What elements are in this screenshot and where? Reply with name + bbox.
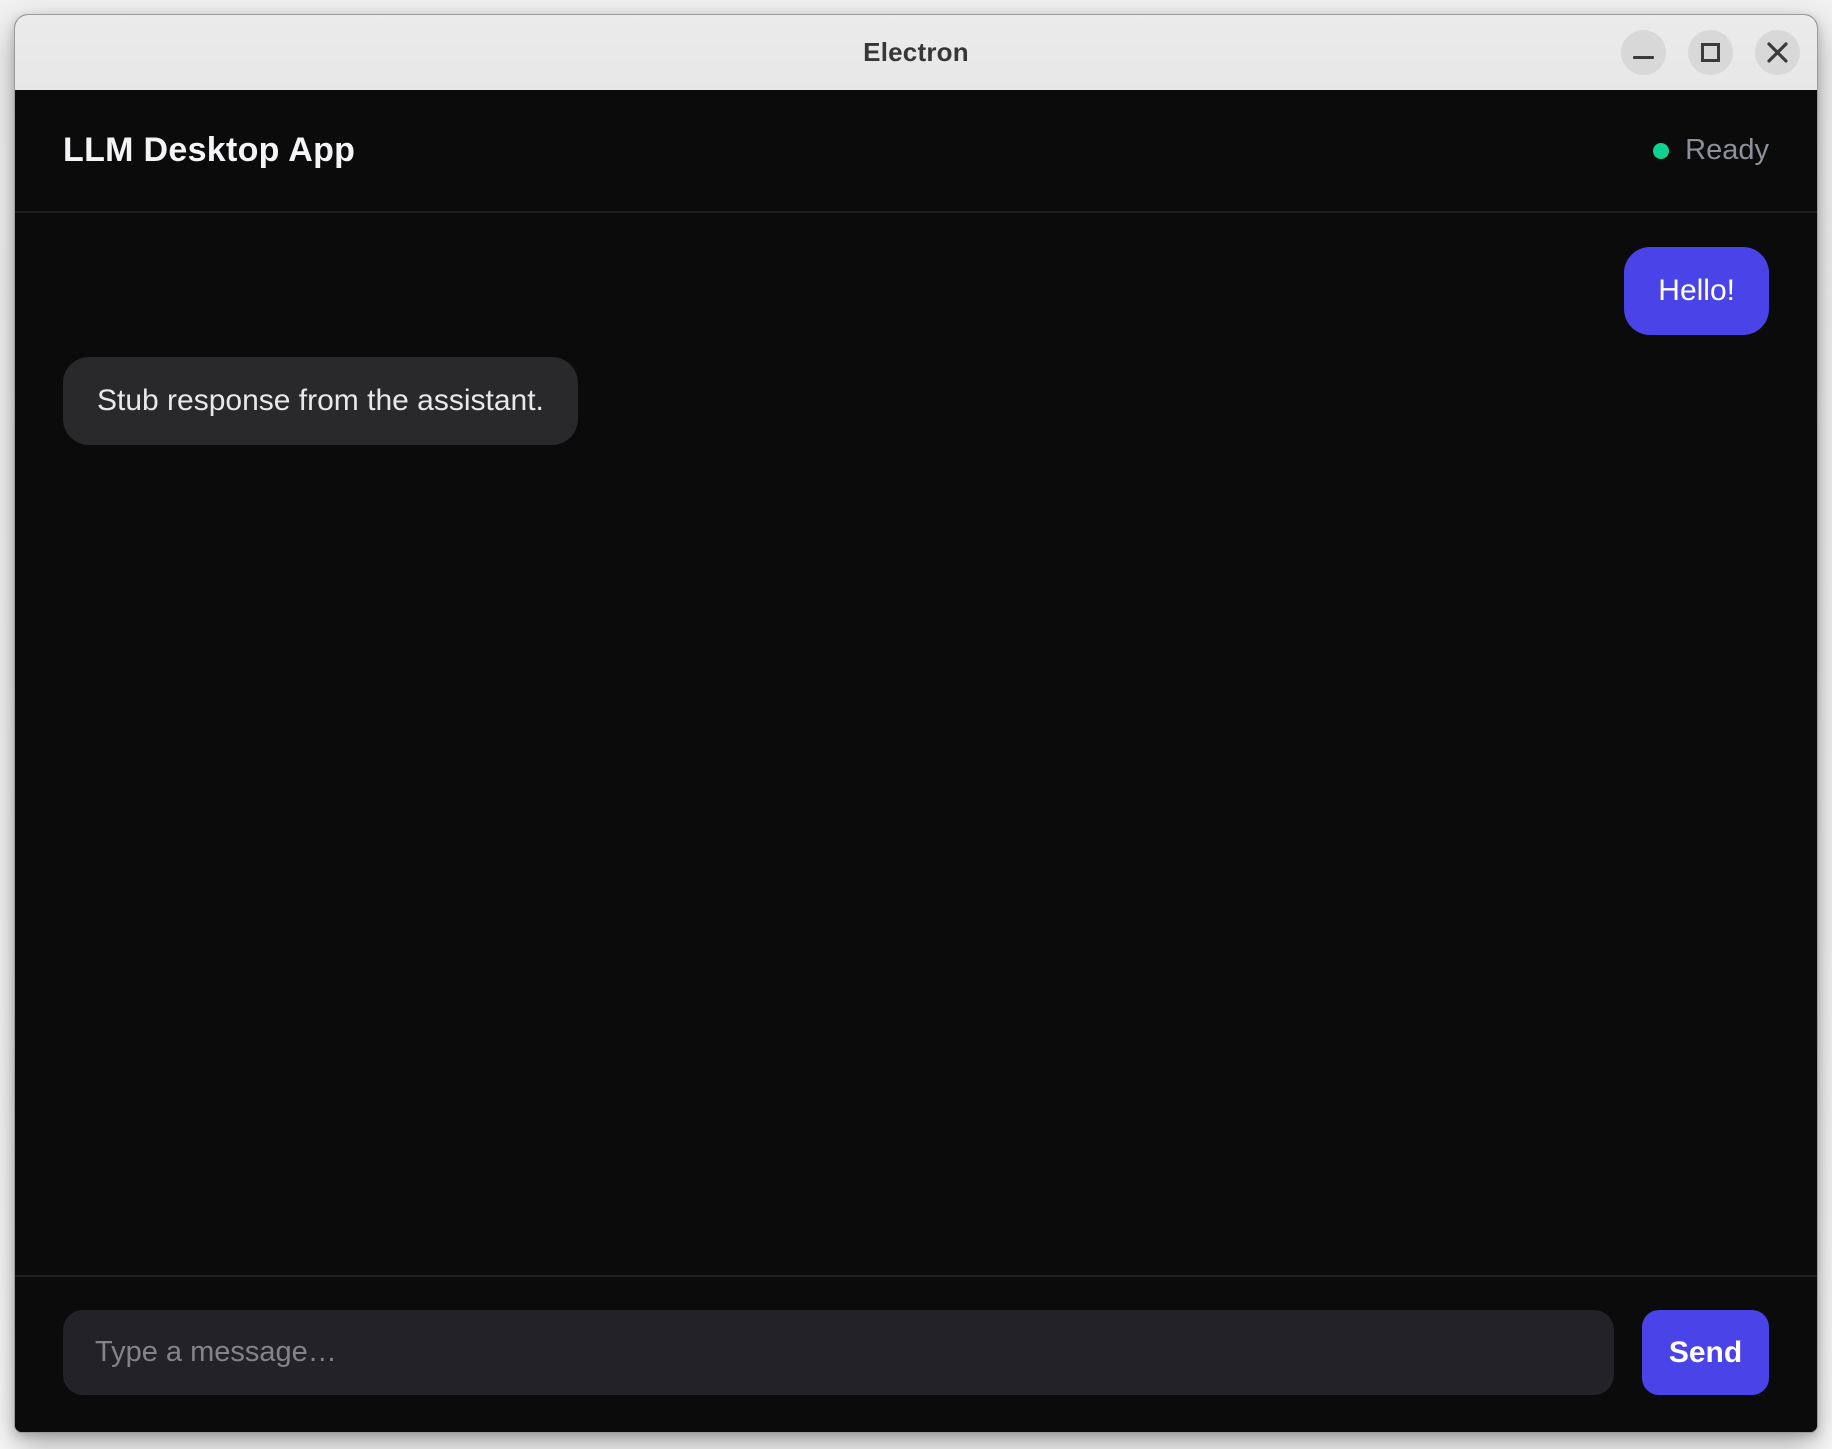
close-button[interactable] [1755,30,1800,75]
message-input[interactable] [63,1310,1614,1395]
minimize-icon [1633,56,1654,59]
send-button[interactable]: Send [1642,1310,1769,1395]
desktop-background: Electron LLM Desktop App [0,0,1832,1449]
window-title: Electron [863,37,969,68]
status-indicator: Ready [1653,134,1769,167]
user-message-bubble: Hello! [1624,247,1769,335]
status-dot-icon [1653,143,1669,159]
app-title: LLM Desktop App [63,131,355,170]
window-controls [1621,15,1800,90]
app-header: LLM Desktop App Ready [15,90,1817,213]
assistant-message-bubble: Stub response from the assistant. [63,357,578,445]
close-icon [1766,41,1789,64]
chat-message-list: Hello! Stub response from the assistant. [15,213,1817,1275]
minimize-button[interactable] [1621,30,1666,75]
status-label: Ready [1685,134,1769,167]
app-content: LLM Desktop App Ready Hello! Stub respon… [15,90,1817,1432]
maximize-icon [1701,43,1720,62]
app-window: Electron LLM Desktop App [14,14,1818,1433]
window-titlebar[interactable]: Electron [15,15,1817,90]
message-composer: Send [15,1275,1817,1432]
maximize-button[interactable] [1688,30,1733,75]
